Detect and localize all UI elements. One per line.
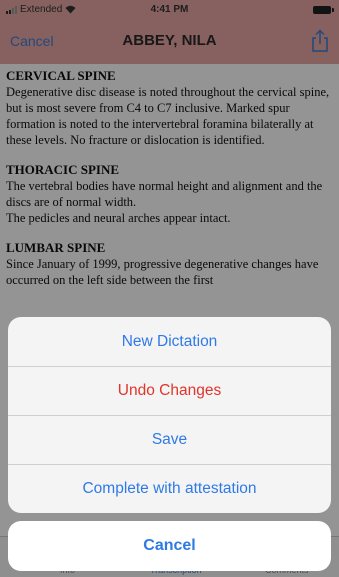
- new-dictation-button[interactable]: New Dictation: [8, 317, 331, 366]
- undo-changes-button[interactable]: Undo Changes: [8, 366, 331, 415]
- complete-with-attestation-button[interactable]: Complete with attestation: [8, 464, 331, 513]
- sheet-cancel-button[interactable]: Cancel: [8, 521, 331, 571]
- save-button[interactable]: Save: [8, 415, 331, 464]
- action-sheet: New Dictation Undo Changes Save Complete…: [8, 317, 331, 513]
